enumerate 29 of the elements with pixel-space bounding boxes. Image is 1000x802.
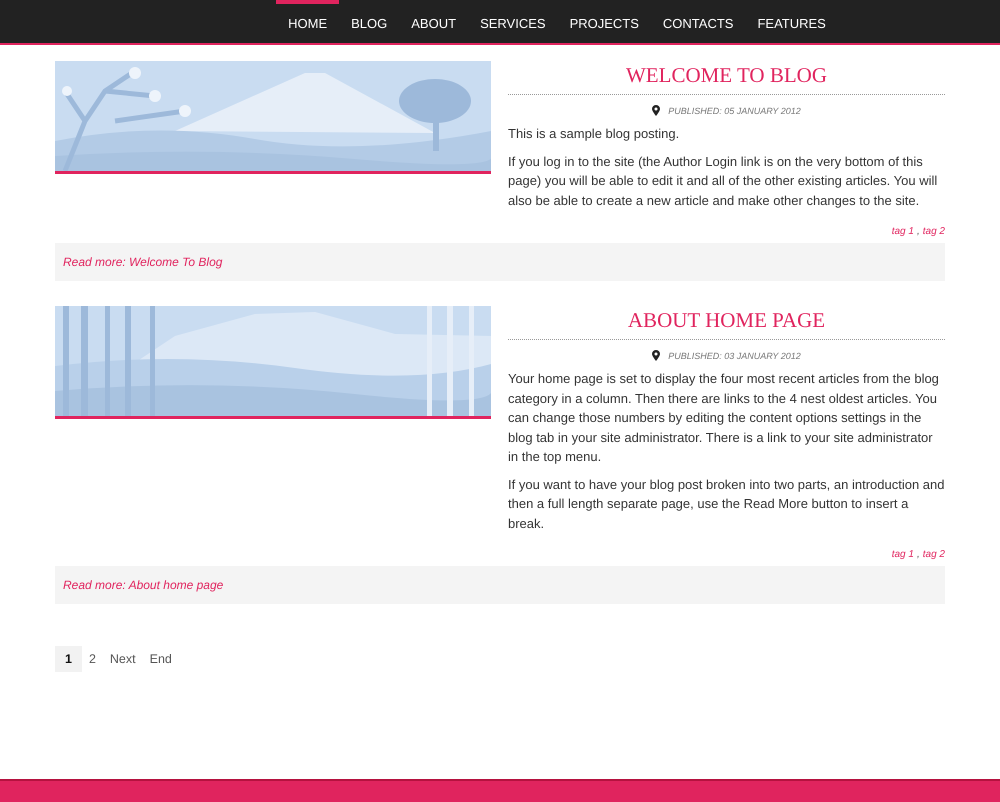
nav-link[interactable]: HOME (276, 0, 340, 43)
tag-link[interactable]: tag 1 (892, 549, 914, 560)
read-more-link[interactable]: Read more: Welcome To Blog (63, 255, 222, 269)
article-text: If you log in to the site (the Author Login link is on the very bottom of this page) you will be able to edit it and all of the other existing articles. You will also be able to create a new article and make other changes to the site. (508, 152, 938, 210)
nav-link[interactable]: PROJECTS (558, 0, 651, 43)
tag-link[interactable]: tag 2 (922, 226, 945, 237)
article-text: If you want to have your blog post broken into two parts, an introduction and then a full length separate page, use the Read More button to insert a break. (508, 476, 945, 532)
tag-link[interactable]: tag 1 (892, 226, 914, 237)
nav-link[interactable]: BLOG (339, 0, 400, 43)
page-link[interactable]: 1 (55, 646, 82, 672)
article-text: This is a sample blog posting. (508, 125, 680, 143)
article-title: ABOUT HOME PAGE (508, 308, 945, 340)
page-link[interactable]: Next (102, 646, 143, 672)
tag-separator: , (916, 549, 920, 560)
nav-link[interactable]: ABOUT (399, 0, 468, 43)
article-text: Your home page is set to display the four most recent articles from the blog category in a column. Then there are links to the 4 nest oldest articles. You can change those numbers by editing the content options settings in the blog tab in your site administrator. There is a link to your site administrator in the top menu. (508, 370, 940, 466)
map-pin-icon (652, 105, 660, 116)
tag-separator: , (916, 226, 920, 237)
read-more-link[interactable]: Read more: About home page (63, 578, 224, 592)
page-link[interactable]: End (142, 646, 179, 672)
map-pin-icon (652, 350, 660, 361)
nav-link[interactable]: SERVICES (468, 0, 558, 43)
page-link[interactable]: 2 (82, 646, 103, 672)
nav-link[interactable]: FEATURES (745, 0, 838, 43)
tag-link[interactable]: tag 2 (922, 549, 945, 560)
nav-link[interactable]: CONTACTS (650, 0, 746, 43)
published-date: PUBLISHED: 05 JANUARY 2012 (668, 106, 801, 116)
published-date: PUBLISHED: 03 JANUARY 2012 (668, 350, 801, 360)
article-title: WELCOME TO BLOG (508, 63, 945, 95)
